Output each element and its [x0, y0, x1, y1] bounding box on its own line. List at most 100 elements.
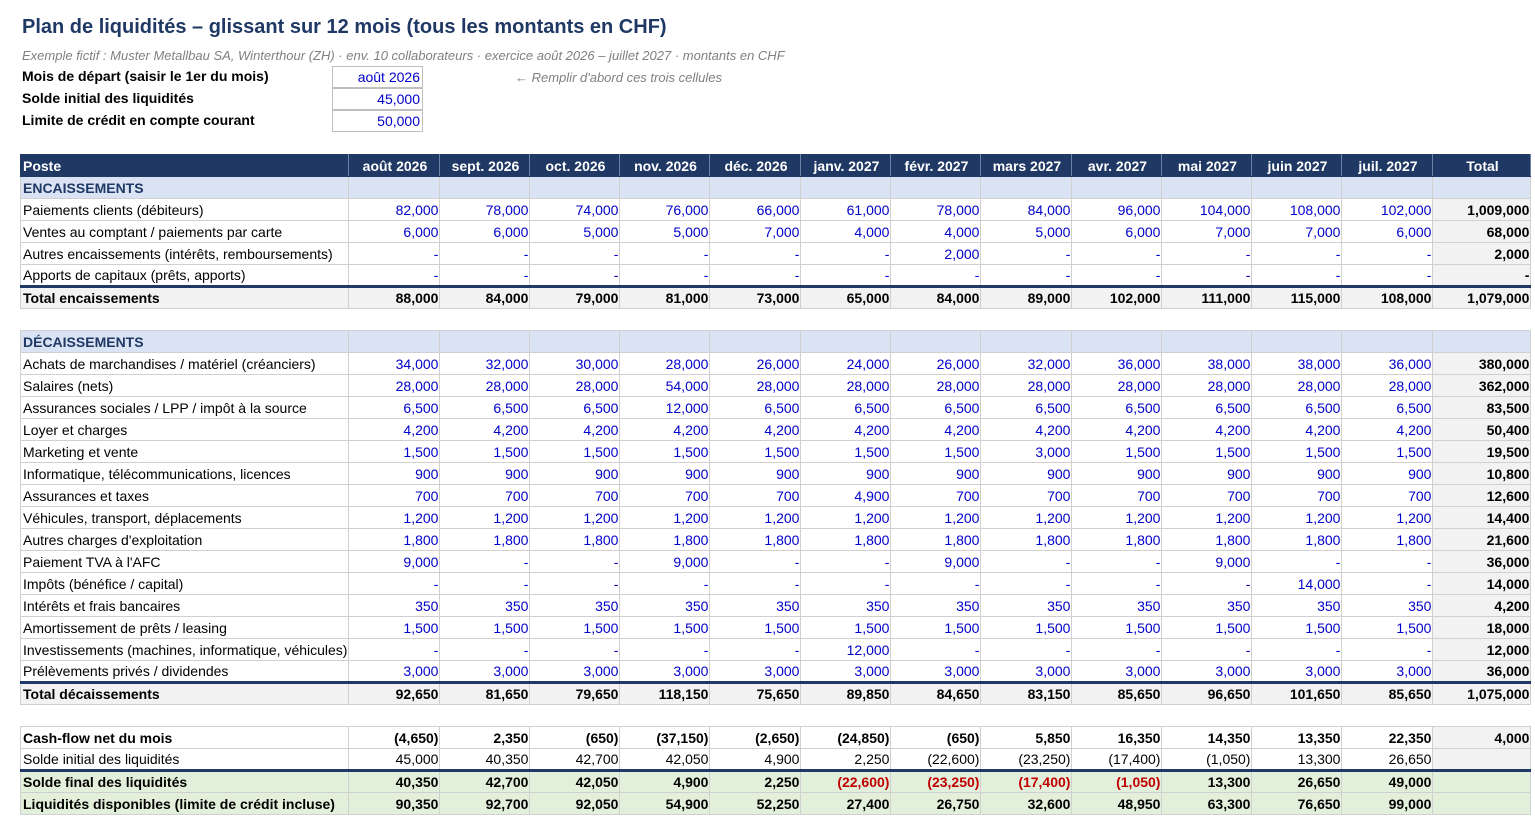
value-cell[interactable]: 9,000	[619, 550, 711, 573]
value-cell[interactable]: 3,000	[980, 440, 1073, 463]
value-cell[interactable]: 350	[709, 594, 802, 617]
value-cell[interactable]: 1,200	[529, 506, 621, 529]
value-cell[interactable]: 6,500	[980, 396, 1073, 419]
value-cell[interactable]: 28,000	[1071, 374, 1163, 397]
value-cell[interactable]: 900	[800, 462, 892, 485]
column-header-month[interactable]: juil. 2027	[1341, 154, 1434, 177]
value-cell[interactable]: 102,000	[1341, 198, 1434, 221]
column-header-month[interactable]: août 2026	[348, 154, 441, 177]
value-cell[interactable]: 4,200	[348, 418, 441, 441]
value-cell[interactable]: -	[980, 572, 1073, 595]
value-cell[interactable]: 3,000	[529, 660, 621, 683]
value-cell[interactable]: 82,000	[348, 198, 441, 221]
value-cell[interactable]: 28,000	[1341, 374, 1434, 397]
value-cell[interactable]: 30,000	[529, 352, 621, 375]
value-cell[interactable]: 1,500	[890, 440, 982, 463]
value-cell[interactable]: 350	[800, 594, 892, 617]
value-cell[interactable]: 12,000	[800, 638, 892, 661]
value-cell[interactable]: 6,500	[439, 396, 531, 419]
value-cell[interactable]: -	[1251, 264, 1343, 287]
value-cell[interactable]: 700	[1071, 484, 1163, 507]
value-cell[interactable]: 36,000	[1341, 352, 1434, 375]
value-cell[interactable]: 6,500	[709, 396, 802, 419]
column-header-month[interactable]: févr. 2027	[890, 154, 982, 177]
value-cell[interactable]: 1,800	[529, 528, 621, 551]
value-cell[interactable]: 28,000	[529, 374, 621, 397]
value-cell[interactable]: 1,500	[1161, 440, 1253, 463]
value-cell[interactable]: -	[800, 264, 892, 287]
start-month-input[interactable]: août 2026	[332, 66, 423, 88]
value-cell[interactable]: 700	[439, 484, 531, 507]
value-cell[interactable]: 700	[890, 484, 982, 507]
value-cell[interactable]: 26,000	[890, 352, 982, 375]
column-header-month[interactable]: avr. 2027	[1071, 154, 1163, 177]
value-cell[interactable]: -	[619, 638, 711, 661]
value-cell[interactable]: 900	[439, 462, 531, 485]
value-cell[interactable]: 350	[980, 594, 1073, 617]
value-cell[interactable]: 3,000	[800, 660, 892, 683]
value-cell[interactable]: 4,200	[800, 418, 892, 441]
value-cell[interactable]: -	[980, 550, 1073, 573]
value-cell[interactable]: 28,000	[709, 374, 802, 397]
value-cell[interactable]: 350	[529, 594, 621, 617]
value-cell[interactable]: 350	[348, 594, 441, 617]
value-cell[interactable]: 1,800	[1251, 528, 1343, 551]
value-cell[interactable]: 7,000	[1161, 220, 1253, 243]
value-cell[interactable]: 1,200	[1341, 506, 1434, 529]
value-cell[interactable]: 1,500	[1251, 616, 1343, 639]
value-cell[interactable]: 3,000	[619, 660, 711, 683]
value-cell[interactable]: -	[980, 242, 1073, 265]
value-cell[interactable]: 1,500	[709, 616, 802, 639]
value-cell[interactable]: 700	[348, 484, 441, 507]
value-cell[interactable]: 350	[890, 594, 982, 617]
value-cell[interactable]: 6,500	[348, 396, 441, 419]
value-cell[interactable]: -	[529, 638, 621, 661]
value-cell[interactable]: 28,000	[980, 374, 1073, 397]
value-cell[interactable]: 9,000	[348, 550, 441, 573]
value-cell[interactable]: 14,000	[1251, 572, 1343, 595]
value-cell[interactable]: 9,000	[1161, 550, 1253, 573]
value-cell[interactable]: 350	[1251, 594, 1343, 617]
value-cell[interactable]: -	[1071, 572, 1163, 595]
value-cell[interactable]: 900	[1071, 462, 1163, 485]
value-cell[interactable]: 1,800	[800, 528, 892, 551]
value-cell[interactable]: 1,800	[890, 528, 982, 551]
value-cell[interactable]: 1,500	[1071, 616, 1163, 639]
value-cell[interactable]: 1,500	[348, 616, 441, 639]
value-cell[interactable]: 9,000	[890, 550, 982, 573]
value-cell[interactable]: 900	[980, 462, 1073, 485]
value-cell[interactable]: 32,000	[439, 352, 531, 375]
value-cell[interactable]: 900	[890, 462, 982, 485]
value-cell[interactable]: 350	[439, 594, 531, 617]
value-cell[interactable]: 1,200	[709, 506, 802, 529]
value-cell[interactable]: 1,500	[439, 616, 531, 639]
value-cell[interactable]: -	[439, 638, 531, 661]
value-cell[interactable]: 1,500	[1341, 440, 1434, 463]
value-cell[interactable]: 76,000	[619, 198, 711, 221]
value-cell[interactable]: 700	[529, 484, 621, 507]
value-cell[interactable]: 1,500	[529, 616, 621, 639]
value-cell[interactable]: 3,000	[709, 660, 802, 683]
value-cell[interactable]: 4,200	[1071, 418, 1163, 441]
value-cell[interactable]: -	[439, 242, 531, 265]
value-cell[interactable]: 3,000	[980, 660, 1073, 683]
value-cell[interactable]: 4,000	[800, 220, 892, 243]
value-cell[interactable]: 900	[348, 462, 441, 485]
column-header-month[interactable]: déc. 2026	[709, 154, 802, 177]
value-cell[interactable]: 3,000	[439, 660, 531, 683]
value-cell[interactable]: 7,000	[709, 220, 802, 243]
value-cell[interactable]: 1,800	[619, 528, 711, 551]
value-cell[interactable]: -	[348, 638, 441, 661]
value-cell[interactable]: 3,000	[1251, 660, 1343, 683]
value-cell[interactable]: 900	[619, 462, 711, 485]
value-cell[interactable]: 6,500	[1071, 396, 1163, 419]
value-cell[interactable]: 700	[980, 484, 1073, 507]
value-cell[interactable]: 28,000	[1161, 374, 1253, 397]
value-cell[interactable]: 4,200	[619, 418, 711, 441]
value-cell[interactable]: 1,500	[529, 440, 621, 463]
value-cell[interactable]: 78,000	[890, 198, 982, 221]
value-cell[interactable]: 6,500	[1161, 396, 1253, 419]
value-cell[interactable]: 1,200	[980, 506, 1073, 529]
value-cell[interactable]: 26,000	[709, 352, 802, 375]
value-cell[interactable]: 1,200	[1161, 506, 1253, 529]
